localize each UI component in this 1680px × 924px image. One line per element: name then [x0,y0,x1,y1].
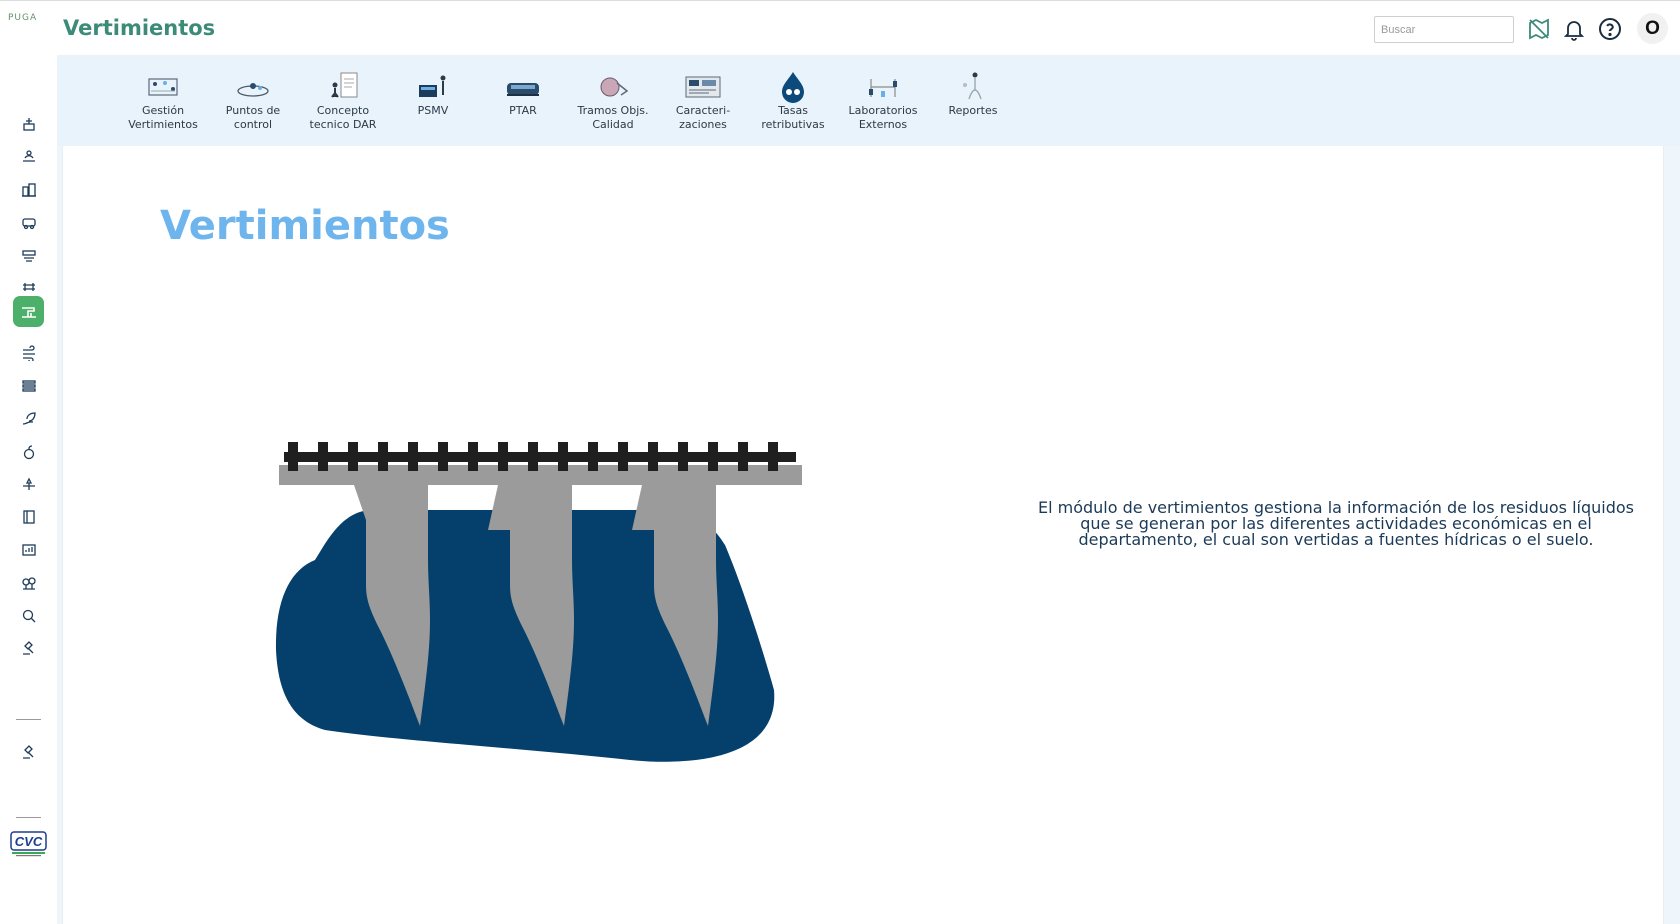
module-puntos-control[interactable]: Puntos de control [210,71,296,132]
module-heading: Vertimientos [160,203,450,249]
flower-icon [22,477,35,490]
module-concepto-tecnico[interactable]: Concepto tecnico DAR [300,71,386,132]
module-description: El módulo de vertimientos gestiona la in… [1037,498,1634,549]
sidebar-divider [16,719,41,720]
search-document-icon [22,609,35,622]
vehicle-icon [21,217,36,229]
module-label: Puntos de control [225,104,281,131]
sidebar-item-buildings[interactable] [13,174,44,205]
app-logo[interactable]: PUGA [8,13,37,23]
module-toolbar: Gestión Vertimientos Puntos de control C… [57,55,1680,146]
module-label: Concepto tecnico DAR [309,104,377,131]
sidebar-item-landscape[interactable] [13,141,44,172]
sidebar-item-leaf-hand[interactable] [13,403,44,434]
location-points-icon [237,83,269,97]
fruit-icon [23,444,34,459]
mining-icon [22,117,35,131]
water-flow-icon [21,249,36,262]
sidebar-item-water-flow[interactable] [13,239,44,270]
help-icon[interactable] [1598,17,1622,41]
module-label: Gestión Vertimientos [128,104,198,131]
discharge-illustration [270,430,810,792]
module-gestion-vertimientos[interactable]: Gestión Vertimientos [120,71,206,132]
module-label: Tasas retributivas [761,104,825,131]
module-tasas-retributivas[interactable]: Tasas retributivas [750,71,836,132]
module-label: Tramos Objs. Calidad [577,104,649,131]
trees-icon [21,576,36,590]
module-label: PSMV [417,104,449,117]
sidebar-item-trees[interactable] [13,567,44,598]
discharge-pipe-icon [21,306,36,318]
bell-icon[interactable] [1562,17,1586,41]
quality-icon [600,77,629,97]
sidebar-item-book[interactable] [13,501,44,532]
buildings-icon [21,182,36,197]
technical-concept-icon [331,72,358,98]
module-tramos-calidad[interactable]: Tramos Objs. Calidad [570,71,656,132]
ptar-icon [507,83,539,96]
module-psmv[interactable]: PSMV [390,71,476,118]
module-laboratorios-externos[interactable]: Laboratorios Externos [840,71,926,132]
module-label: PTAR [509,104,537,117]
page-title: Vertimientos [63,16,216,40]
sidebar-divider [16,817,41,818]
laboratory-icon [869,79,897,97]
map-off-icon[interactable] [1527,17,1551,41]
wind-icon [22,344,35,361]
psmv-icon [419,75,446,97]
layers-icon [21,379,36,392]
reports-icon [963,72,982,100]
module-label: Laboratorios Externos [848,104,918,131]
sidebar-item-report-chart[interactable] [13,534,44,565]
river-icon [22,282,35,291]
sidebar-item-flower[interactable] [13,468,44,499]
sidebar-item-gavel[interactable] [13,632,44,663]
module-caracterizaciones[interactable]: Caracteri- zaciones [660,71,746,132]
gavel-icon [22,640,33,655]
sidebar [0,55,57,924]
sidebar-item-mining[interactable] [13,108,44,139]
top-bar: PUGA Vertimientos O [0,0,1680,55]
sidebar-item-gavel-bottom[interactable] [13,736,44,767]
org-logo: CVC [10,830,47,858]
sidebar-item-search-document[interactable] [13,600,44,631]
report-chart-icon [21,543,36,556]
gavel-icon [22,744,33,759]
sidebar-item-layers[interactable] [13,370,44,401]
sidebar-item-wind[interactable] [13,337,44,368]
landscape-icon [22,149,35,162]
module-ptar[interactable]: PTAR [480,71,566,118]
sidebar-item-vehicle[interactable] [13,207,44,238]
water-drop-icon [782,72,804,103]
book-icon [22,509,35,524]
sidebar-item-vertimientos[interactable] [13,296,44,327]
sidebar-item-fruit[interactable] [13,436,44,467]
module-label: Caracteri- zaciones [675,104,731,131]
org-logo-text: CVC [15,834,43,849]
leaf-hand-icon [22,411,36,425]
management-icon [148,78,178,96]
module-reportes[interactable]: Reportes [930,71,1016,118]
user-avatar[interactable]: O [1637,13,1668,44]
characterization-icon [685,76,721,98]
search-input[interactable] [1374,16,1514,43]
module-label: Reportes [948,104,998,117]
